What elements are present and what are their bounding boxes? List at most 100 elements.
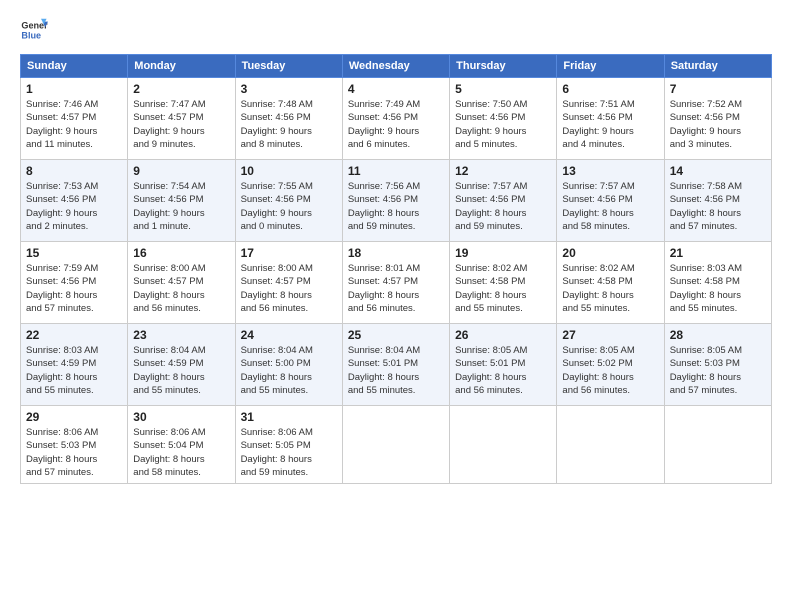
day-number: 27	[562, 328, 658, 342]
col-header-thursday: Thursday	[450, 55, 557, 78]
day-number: 29	[26, 410, 122, 424]
day-info: Sunrise: 8:01 AM Sunset: 4:57 PM Dayligh…	[348, 262, 444, 315]
day-number: 14	[670, 164, 766, 178]
day-info: Sunrise: 8:06 AM Sunset: 5:03 PM Dayligh…	[26, 426, 122, 479]
calendar-cell: 21 Sunrise: 8:03 AM Sunset: 4:58 PM Dayli…	[664, 242, 771, 324]
calendar-cell: 28 Sunrise: 8:05 AM Sunset: 5:03 PM Dayli…	[664, 324, 771, 406]
calendar-cell: 4 Sunrise: 7:49 AM Sunset: 4:56 PM Daylig…	[342, 78, 449, 160]
calendar-cell: 29 Sunrise: 8:06 AM Sunset: 5:03 PM Dayli…	[21, 406, 128, 484]
day-number: 13	[562, 164, 658, 178]
calendar-cell: 8 Sunrise: 7:53 AM Sunset: 4:56 PM Daylig…	[21, 160, 128, 242]
day-info: Sunrise: 7:55 AM Sunset: 4:56 PM Dayligh…	[241, 180, 337, 233]
day-info: Sunrise: 7:52 AM Sunset: 4:56 PM Dayligh…	[670, 98, 766, 151]
calendar-cell: 25 Sunrise: 8:04 AM Sunset: 5:01 PM Dayli…	[342, 324, 449, 406]
day-number: 21	[670, 246, 766, 260]
calendar-cell: 11 Sunrise: 7:56 AM Sunset: 4:56 PM Dayli…	[342, 160, 449, 242]
calendar-cell	[450, 406, 557, 484]
day-number: 11	[348, 164, 444, 178]
day-info: Sunrise: 8:05 AM Sunset: 5:03 PM Dayligh…	[670, 344, 766, 397]
day-number: 10	[241, 164, 337, 178]
day-number: 19	[455, 246, 551, 260]
day-number: 30	[133, 410, 229, 424]
calendar-cell: 16Sunrise: 8:00 AM Sunset: 4:57 PM Dayli…	[128, 242, 235, 324]
day-number: 12	[455, 164, 551, 178]
day-info: Sunrise: 7:47 AM Sunset: 4:57 PM Dayligh…	[133, 98, 229, 151]
calendar-cell: 1 Sunrise: 7:46 AM Sunset: 4:57 PM Daylig…	[21, 78, 128, 160]
day-info: Sunrise: 8:04 AM Sunset: 5:01 PM Dayligh…	[348, 344, 444, 397]
calendar-cell: 18 Sunrise: 8:01 AM Sunset: 4:57 PM Dayli…	[342, 242, 449, 324]
day-number: 17	[241, 246, 337, 260]
calendar-cell: 30 Sunrise: 8:06 AM Sunset: 5:04 PM Dayli…	[128, 406, 235, 484]
day-number: 31	[241, 410, 337, 424]
day-info: Sunrise: 8:04 AM Sunset: 5:00 PM Dayligh…	[241, 344, 337, 397]
col-header-monday: Monday	[128, 55, 235, 78]
calendar-table: SundayMondayTuesdayWednesdayThursdayFrid…	[20, 54, 772, 484]
calendar-cell: 9Sunrise: 7:54 AM Sunset: 4:56 PM Daylig…	[128, 160, 235, 242]
calendar-cell: 6 Sunrise: 7:51 AM Sunset: 4:56 PM Daylig…	[557, 78, 664, 160]
day-number: 9	[133, 164, 229, 178]
day-number: 16	[133, 246, 229, 260]
calendar-cell: 26 Sunrise: 8:05 AM Sunset: 5:01 PM Dayli…	[450, 324, 557, 406]
day-info: Sunrise: 8:03 AM Sunset: 4:59 PM Dayligh…	[26, 344, 122, 397]
day-number: 1	[26, 82, 122, 96]
day-info: Sunrise: 7:50 AM Sunset: 4:56 PM Dayligh…	[455, 98, 551, 151]
day-info: Sunrise: 7:57 AM Sunset: 4:56 PM Dayligh…	[562, 180, 658, 233]
calendar-cell: 23 Sunrise: 8:04 AM Sunset: 4:59 PM Dayli…	[128, 324, 235, 406]
day-info: Sunrise: 7:53 AM Sunset: 4:56 PM Dayligh…	[26, 180, 122, 233]
day-info: Sunrise: 8:05 AM Sunset: 5:01 PM Dayligh…	[455, 344, 551, 397]
calendar-cell	[664, 406, 771, 484]
calendar-cell: 27 Sunrise: 8:05 AM Sunset: 5:02 PM Dayli…	[557, 324, 664, 406]
calendar-cell: 5Sunrise: 7:50 AM Sunset: 4:56 PM Daylig…	[450, 78, 557, 160]
calendar-cell: 3 Sunrise: 7:48 AM Sunset: 4:56 PM Daylig…	[235, 78, 342, 160]
logo: General Blue	[20, 16, 48, 44]
day-number: 18	[348, 246, 444, 260]
day-number: 28	[670, 328, 766, 342]
day-info: Sunrise: 8:00 AM Sunset: 4:57 PM Dayligh…	[241, 262, 337, 315]
day-info: Sunrise: 7:56 AM Sunset: 4:56 PM Dayligh…	[348, 180, 444, 233]
day-number: 2	[133, 82, 229, 96]
day-number: 4	[348, 82, 444, 96]
day-number: 8	[26, 164, 122, 178]
calendar-cell: 24Sunrise: 8:04 AM Sunset: 5:00 PM Dayli…	[235, 324, 342, 406]
calendar-cell: 20Sunrise: 8:02 AM Sunset: 4:58 PM Dayli…	[557, 242, 664, 324]
calendar-cell: 10 Sunrise: 7:55 AM Sunset: 4:56 PM Dayli…	[235, 160, 342, 242]
calendar-cell: 19Sunrise: 8:02 AM Sunset: 4:58 PM Dayli…	[450, 242, 557, 324]
day-info: Sunrise: 7:49 AM Sunset: 4:56 PM Dayligh…	[348, 98, 444, 151]
calendar-cell: 12 Sunrise: 7:57 AM Sunset: 4:56 PM Dayli…	[450, 160, 557, 242]
day-number: 25	[348, 328, 444, 342]
day-info: Sunrise: 7:51 AM Sunset: 4:56 PM Dayligh…	[562, 98, 658, 151]
day-info: Sunrise: 8:05 AM Sunset: 5:02 PM Dayligh…	[562, 344, 658, 397]
col-header-friday: Friday	[557, 55, 664, 78]
day-number: 7	[670, 82, 766, 96]
day-info: Sunrise: 7:57 AM Sunset: 4:56 PM Dayligh…	[455, 180, 551, 233]
day-number: 23	[133, 328, 229, 342]
day-number: 20	[562, 246, 658, 260]
calendar-cell: 7 Sunrise: 7:52 AM Sunset: 4:56 PM Daylig…	[664, 78, 771, 160]
day-number: 22	[26, 328, 122, 342]
calendar-cell	[557, 406, 664, 484]
day-number: 26	[455, 328, 551, 342]
calendar-cell: 13 Sunrise: 7:57 AM Sunset: 4:56 PM Dayli…	[557, 160, 664, 242]
day-info: Sunrise: 7:58 AM Sunset: 4:56 PM Dayligh…	[670, 180, 766, 233]
col-header-tuesday: Tuesday	[235, 55, 342, 78]
svg-text:Blue: Blue	[21, 30, 41, 40]
day-info: Sunrise: 8:03 AM Sunset: 4:58 PM Dayligh…	[670, 262, 766, 315]
day-number: 15	[26, 246, 122, 260]
day-info: Sunrise: 8:06 AM Sunset: 5:05 PM Dayligh…	[241, 426, 337, 479]
calendar-cell: 15 Sunrise: 7:59 AM Sunset: 4:56 PM Dayli…	[21, 242, 128, 324]
col-header-saturday: Saturday	[664, 55, 771, 78]
day-number: 3	[241, 82, 337, 96]
day-info: Sunrise: 8:04 AM Sunset: 4:59 PM Dayligh…	[133, 344, 229, 397]
calendar-cell: 31 Sunrise: 8:06 AM Sunset: 5:05 PM Dayli…	[235, 406, 342, 484]
day-info: Sunrise: 7:46 AM Sunset: 4:57 PM Dayligh…	[26, 98, 122, 151]
day-number: 6	[562, 82, 658, 96]
day-info: Sunrise: 7:59 AM Sunset: 4:56 PM Dayligh…	[26, 262, 122, 315]
calendar-cell: 14 Sunrise: 7:58 AM Sunset: 4:56 PM Dayli…	[664, 160, 771, 242]
page: General Blue SundayMondayTuesdayWednesda…	[0, 0, 792, 612]
day-info: Sunrise: 8:06 AM Sunset: 5:04 PM Dayligh…	[133, 426, 229, 479]
col-header-sunday: Sunday	[21, 55, 128, 78]
logo-icon: General Blue	[20, 16, 48, 44]
day-info: Sunrise: 7:48 AM Sunset: 4:56 PM Dayligh…	[241, 98, 337, 151]
calendar-cell: 22 Sunrise: 8:03 AM Sunset: 4:59 PM Dayli…	[21, 324, 128, 406]
calendar-cell	[342, 406, 449, 484]
